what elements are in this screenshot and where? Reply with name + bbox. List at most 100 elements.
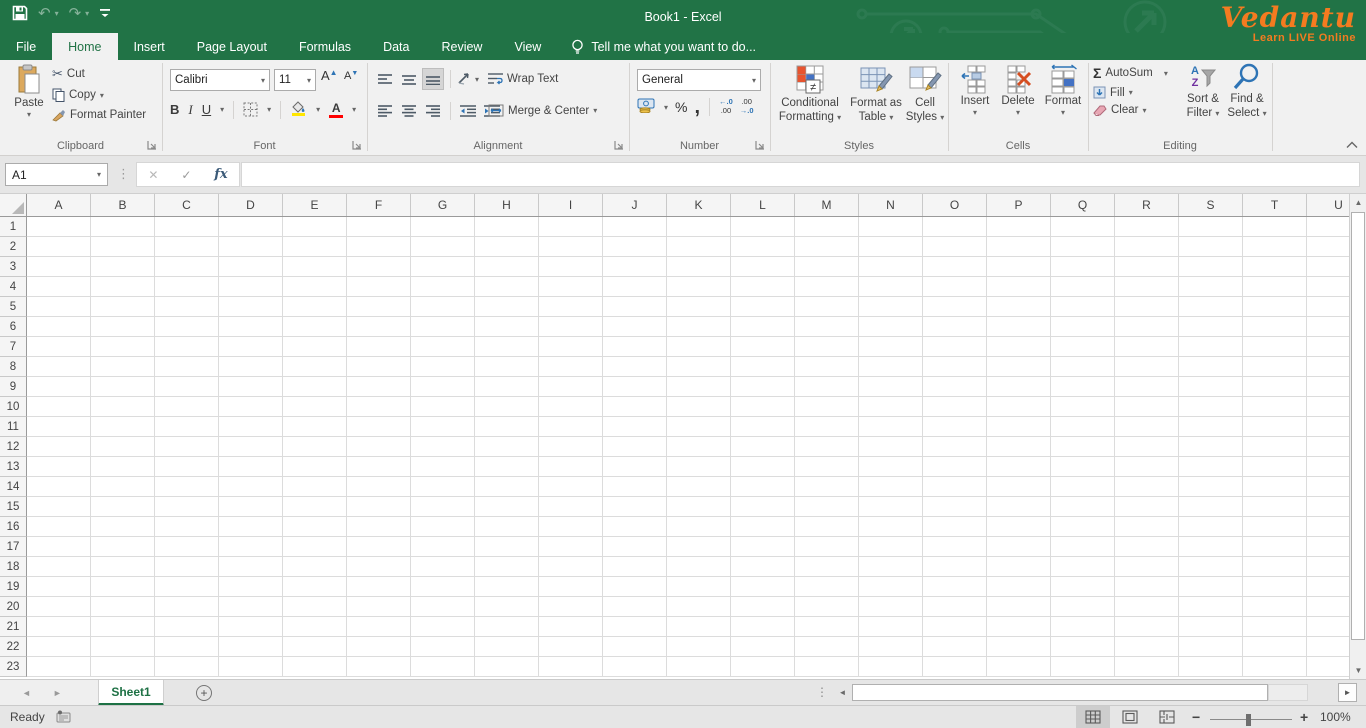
cell-G21[interactable] — [411, 617, 475, 637]
cell-G5[interactable] — [411, 297, 475, 317]
cell-I18[interactable] — [539, 557, 603, 577]
cell-P23[interactable] — [987, 657, 1051, 677]
cell-A21[interactable] — [27, 617, 91, 637]
cell-U1[interactable] — [1307, 217, 1349, 237]
cell-J12[interactable] — [603, 437, 667, 457]
cell-D18[interactable] — [219, 557, 283, 577]
cell-Q14[interactable] — [1051, 477, 1115, 497]
row-header-11[interactable]: 11 — [0, 417, 27, 437]
column-header-D[interactable]: D — [219, 194, 283, 216]
cell-F6[interactable] — [347, 317, 411, 337]
cell-K15[interactable] — [667, 497, 731, 517]
cell-Q18[interactable] — [1051, 557, 1115, 577]
cell-G10[interactable] — [411, 397, 475, 417]
cell-M21[interactable] — [795, 617, 859, 637]
cell-B11[interactable] — [91, 417, 155, 437]
cell-C4[interactable] — [155, 277, 219, 297]
cell-M3[interactable] — [795, 257, 859, 277]
cell-G13[interactable] — [411, 457, 475, 477]
cell-D20[interactable] — [219, 597, 283, 617]
cell-M6[interactable] — [795, 317, 859, 337]
cell-P21[interactable] — [987, 617, 1051, 637]
cell-K20[interactable] — [667, 597, 731, 617]
cell-K5[interactable] — [667, 297, 731, 317]
cell-O13[interactable] — [923, 457, 987, 477]
cell-F17[interactable] — [347, 537, 411, 557]
cell-Q17[interactable] — [1051, 537, 1115, 557]
cell-B23[interactable] — [91, 657, 155, 677]
cell-U23[interactable] — [1307, 657, 1349, 677]
scroll-up-icon[interactable]: ▲ — [1350, 194, 1366, 211]
cell-M11[interactable] — [795, 417, 859, 437]
cell-R12[interactable] — [1115, 437, 1179, 457]
column-header-K[interactable]: K — [667, 194, 731, 216]
save-icon[interactable] — [12, 5, 28, 21]
column-header-P[interactable]: P — [987, 194, 1051, 216]
cell-J14[interactable] — [603, 477, 667, 497]
cell-R16[interactable] — [1115, 517, 1179, 537]
cell-D21[interactable] — [219, 617, 283, 637]
cell-R21[interactable] — [1115, 617, 1179, 637]
cell-C11[interactable] — [155, 417, 219, 437]
cell-P7[interactable] — [987, 337, 1051, 357]
cell-M10[interactable] — [795, 397, 859, 417]
cell-L17[interactable] — [731, 537, 795, 557]
column-header-B[interactable]: B — [91, 194, 155, 216]
merge-center-dropdown-icon[interactable]: ▾ — [593, 106, 597, 115]
cell-P15[interactable] — [987, 497, 1051, 517]
cell-A9[interactable] — [27, 377, 91, 397]
underline-dropdown-icon[interactable]: ▾ — [220, 105, 224, 114]
row-header-10[interactable]: 10 — [0, 397, 27, 417]
cell-O15[interactable] — [923, 497, 987, 517]
tell-me-box[interactable]: Tell me what you want to do... — [557, 33, 770, 60]
cell-U4[interactable] — [1307, 277, 1349, 297]
cell-Q16[interactable] — [1051, 517, 1115, 537]
cell-G18[interactable] — [411, 557, 475, 577]
scroll-right-icon[interactable]: ► — [1338, 683, 1357, 702]
cell-R13[interactable] — [1115, 457, 1179, 477]
cell-E21[interactable] — [283, 617, 347, 637]
cell-P16[interactable] — [987, 517, 1051, 537]
cell-I12[interactable] — [539, 437, 603, 457]
cell-C16[interactable] — [155, 517, 219, 537]
cell-O12[interactable] — [923, 437, 987, 457]
cell-F3[interactable] — [347, 257, 411, 277]
number-dialog-launcher[interactable] — [754, 139, 766, 151]
cell-A19[interactable] — [27, 577, 91, 597]
cell-B7[interactable] — [91, 337, 155, 357]
cell-B14[interactable] — [91, 477, 155, 497]
column-header-J[interactable]: J — [603, 194, 667, 216]
cell-O20[interactable] — [923, 597, 987, 617]
cell-N16[interactable] — [859, 517, 923, 537]
cell-F4[interactable] — [347, 277, 411, 297]
column-header-N[interactable]: N — [859, 194, 923, 216]
cell-E20[interactable] — [283, 597, 347, 617]
cell-Q1[interactable] — [1051, 217, 1115, 237]
collapse-ribbon-icon[interactable] — [1346, 141, 1358, 149]
find-select-button[interactable]: Find &Select ▾ — [1225, 62, 1269, 121]
cell-I7[interactable] — [539, 337, 603, 357]
fill-button[interactable]: Fill▾ — [1093, 86, 1168, 99]
accounting-format-button[interactable] — [637, 98, 657, 116]
cell-F14[interactable] — [347, 477, 411, 497]
cell-T2[interactable] — [1243, 237, 1307, 257]
tab-file[interactable]: File — [0, 33, 52, 60]
cell-O11[interactable] — [923, 417, 987, 437]
font-size-combo[interactable]: 11▾ — [274, 69, 316, 91]
cell-M14[interactable] — [795, 477, 859, 497]
enter-icon[interactable]: ✓ — [181, 168, 191, 182]
alignment-dialog-launcher[interactable] — [613, 139, 625, 151]
cell-T21[interactable] — [1243, 617, 1307, 637]
cell-E19[interactable] — [283, 577, 347, 597]
cell-L19[interactable] — [731, 577, 795, 597]
bold-button[interactable]: B — [170, 102, 179, 117]
cell-U22[interactable] — [1307, 637, 1349, 657]
cell-S11[interactable] — [1179, 417, 1243, 437]
cell-D14[interactable] — [219, 477, 283, 497]
cell-G16[interactable] — [411, 517, 475, 537]
cell-N14[interactable] — [859, 477, 923, 497]
cell-N10[interactable] — [859, 397, 923, 417]
cell-D3[interactable] — [219, 257, 283, 277]
orientation-dropdown-icon[interactable]: ▾ — [475, 75, 479, 84]
cell-F7[interactable] — [347, 337, 411, 357]
